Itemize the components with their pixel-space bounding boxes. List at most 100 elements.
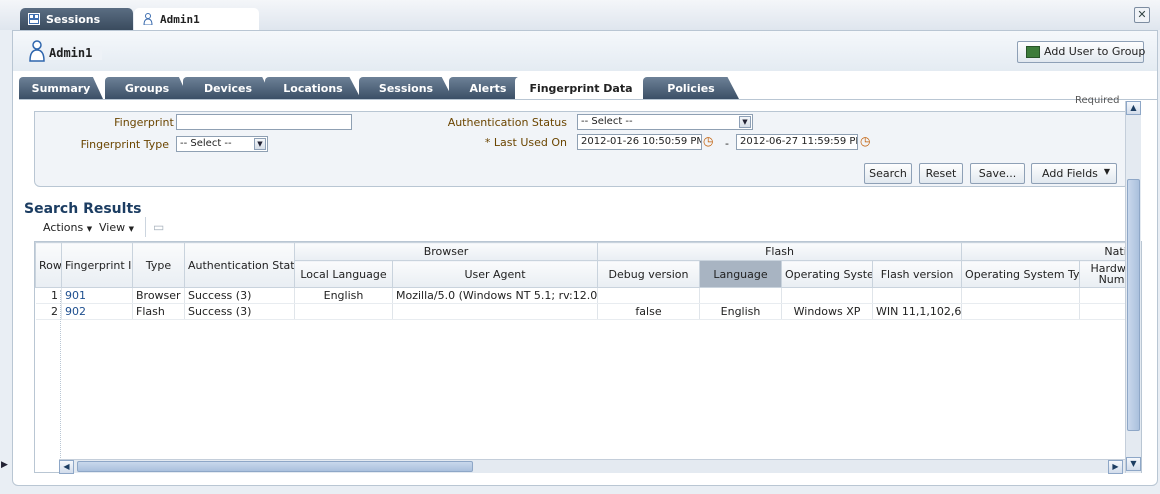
cell-type: Flash [132,303,185,320]
add-fields-label: Add Fields [1042,167,1098,180]
fingerprint-id-link[interactable]: 901 [65,289,86,302]
cell-local-language [294,303,393,320]
date-from-input[interactable]: 2012-01-26 10:50:59 PM [577,134,702,150]
scroll-down-icon[interactable]: ▼ [1126,457,1141,471]
view-label: View [99,221,126,234]
cell-language: English [699,303,783,320]
col-debug-version[interactable]: Debug version [597,260,701,288]
tab-sessions[interactable]: Sessions [20,8,133,30]
col-row[interactable]: Row [35,242,62,288]
tab-admin1-label: Admin1 [160,13,200,26]
add-fields-button[interactable]: Add Fields ▼ [1031,163,1117,184]
horizontal-scrollbar[interactable]: ◀ ▶ [59,459,1125,474]
table-row[interactable]: 1 901 Browser Success (3) English Mozill… [35,287,1141,304]
results-table: Row Fingerprint ID Type Authentication S… [34,241,1142,473]
cell-operating-system: Windows XP [781,303,874,320]
vertical-scrollbar[interactable]: ▲ ▼ [1125,101,1141,473]
cell-fingerprint-id: 901 [61,287,133,304]
col-flash-version[interactable]: Flash version [872,260,963,288]
reset-button[interactable]: Reset [919,163,963,184]
search-panel: Fingerprint ID Fingerprint Type -- Selec… [34,111,1130,187]
splitter-handle-icon[interactable]: ▶ [1,460,9,474]
col-operating-system[interactable]: Operating System [781,260,874,288]
tab-summary[interactable]: Summary [19,77,103,99]
user-panel: Admin1 Add User to Group Summary Groups … [12,30,1158,486]
scroll-left-icon[interactable]: ◀ [59,460,74,474]
cell-user-agent: Mozilla/5.0 (Windows NT 5.1; rv:12.0) Ge… [392,287,599,304]
search-button[interactable]: Search [864,163,912,184]
top-tab-bar: Sessions Admin1 ✕ [0,0,1160,30]
row-column-divider [60,290,61,460]
tab-sessions-label: Sessions [46,13,101,26]
cell-local-language: English [294,287,393,304]
cell-language [699,287,783,304]
tab-underline [19,99,1157,101]
chevron-down-icon: ▼ [128,225,134,233]
col-language[interactable]: Language [699,260,783,288]
view-menu[interactable]: View ▼ [99,221,134,234]
fingerprint-id-link[interactable]: 902 [65,305,86,318]
tab-policies[interactable]: Policies [643,77,739,99]
col-type[interactable]: Type [132,242,185,288]
chevron-down-icon: ▼ [739,116,751,128]
folder-icon[interactable]: ▭ [153,220,164,234]
col-auth-status[interactable]: Authentication Status [184,242,295,288]
cell-flash-version [872,287,963,304]
date-separator: - [725,137,729,150]
tab-groups[interactable]: Groups [105,77,189,99]
tab-locations[interactable]: Locations [265,77,361,99]
group-browser: Browser [293,242,599,261]
add-user-to-group-button[interactable]: Add User to Group [1017,41,1146,63]
cell-os-type [961,287,1081,304]
toolbar-divider [145,217,146,237]
save-button[interactable]: Save... [970,163,1025,184]
required-indicator: Required [1075,95,1120,106]
tab-admin1[interactable]: Admin1 [134,8,259,30]
add-user-to-group-label: Add User to Group [1044,45,1146,58]
fingerprint-type-select[interactable]: -- Select -- ▼ [176,136,268,152]
results-grid: Row Fingerprint ID Type Authentication S… [35,242,1141,320]
cell-auth-status: Success (3) [184,303,295,320]
fingerprint-type-label: Fingerprint Type [80,138,169,151]
user-header: Admin1 Add User to Group [13,31,1157,71]
scroll-up-icon[interactable]: ▲ [1126,101,1141,115]
cell-debug-version [597,287,701,304]
fingerprint-id-input[interactable] [176,114,352,130]
table-row[interactable]: 2 902 Flash Success (3) false English Wi… [35,303,1141,320]
date-to-input[interactable]: 2012-06-27 11:59:59 PM [736,134,858,150]
chevron-down-icon: ▼ [1103,167,1110,176]
auth-status-select[interactable]: -- Select -- ▼ [577,114,753,130]
cell-row: 2 [35,303,62,320]
app-window: Sessions Admin1 ✕ Admin1 Add User to Gro… [0,0,1160,494]
add-group-icon [1026,46,1040,58]
actions-menu[interactable]: Actions ▼ [43,221,92,234]
col-user-agent[interactable]: User Agent [391,260,599,288]
col-local-language[interactable]: Local Language [294,260,393,288]
auth-status-label: Authentication Status [447,116,567,129]
user-large-icon [29,40,45,62]
chevron-down-icon: ▼ [254,138,266,150]
actions-label: Actions [43,221,84,234]
horizontal-scroll-thumb[interactable] [77,461,473,472]
page-title: Admin1 [49,46,103,60]
auth-status-value: -- Select -- [581,116,633,127]
fingerprint-type-value: -- Select -- [180,138,232,149]
vertical-scroll-thumb[interactable] [1127,179,1140,431]
col-fingerprint-id[interactable]: Fingerprint ID [61,242,133,288]
cell-operating-system [781,287,874,304]
user-tabs: Summary Groups Devices Locations Session… [19,77,1157,99]
close-tabs-icon[interactable]: ✕ [1134,7,1150,23]
last-used-label: * Last Used On [484,136,567,149]
tab-sessions-inner[interactable]: Sessions [359,77,453,99]
fingerprint-id-label: Fingerprint ID [114,116,189,129]
scroll-right-icon[interactable]: ▶ [1108,460,1123,474]
cell-os-type [961,303,1081,320]
col-os-type[interactable]: Operating System Type [961,260,1081,288]
tab-devices[interactable]: Devices [183,77,273,99]
calendar-icon[interactable]: ◷ [860,134,877,150]
cell-debug-version: false [597,303,701,320]
tab-fingerprint-data[interactable]: Fingerprint Data [515,77,647,99]
calendar-icon[interactable]: ◷ [703,134,720,150]
results-title: Search Results [24,201,142,217]
cell-type: Browser [132,287,185,304]
